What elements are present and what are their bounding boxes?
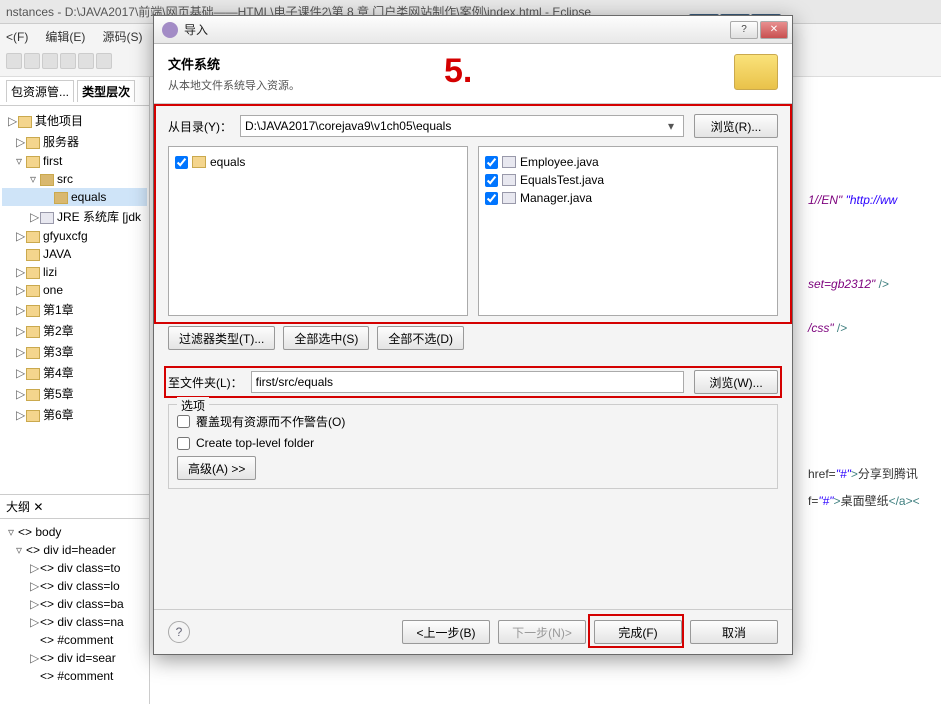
from-dir-combo[interactable]: D:\JAVA2017\corejava9\v1ch05\equals ▾ bbox=[240, 115, 684, 137]
filter-type-button[interactable]: 过滤器类型(T)... bbox=[168, 326, 275, 350]
dialog-title: 导入 bbox=[184, 21, 728, 38]
view-tabs[interactable]: 包资源管... 类型层次 bbox=[0, 77, 149, 106]
options-group: 覆盖现有资源而不作警告(O) Create top-level folder 高… bbox=[168, 404, 778, 489]
project-tree-item[interactable]: ▷服务器 bbox=[2, 131, 147, 152]
file-item[interactable]: Manager.java bbox=[485, 189, 771, 207]
outline-view[interactable]: 大纲 ✕ ▿<> body▿<> div id=header▷<> div cl… bbox=[0, 494, 149, 704]
back-button[interactable]: <上一步(B) bbox=[402, 620, 490, 644]
outline-item[interactable]: ▷<> div class=ba bbox=[2, 595, 147, 613]
file-item[interactable]: Employee.java bbox=[485, 153, 771, 171]
browse-w-button[interactable]: 浏览(W)... bbox=[694, 370, 778, 394]
toolbar-icon[interactable] bbox=[60, 53, 76, 69]
chevron-down-icon[interactable]: ▾ bbox=[663, 119, 679, 133]
java-file-icon bbox=[502, 156, 516, 168]
outline-item[interactable]: ▷<> div class=to bbox=[2, 559, 147, 577]
toolbar-icon[interactable] bbox=[78, 53, 94, 69]
from-dir-value: D:\JAVA2017\corejava9\v1ch05\equals bbox=[245, 119, 451, 133]
file-label: Manager.java bbox=[520, 191, 592, 205]
project-tree-item[interactable]: ▷one bbox=[2, 281, 147, 299]
project-tree-item[interactable]: ▿src bbox=[2, 170, 147, 188]
project-tree-item[interactable]: ▷第6章 bbox=[2, 404, 147, 425]
file-checkbox[interactable] bbox=[485, 156, 498, 169]
browse-r-button[interactable]: 浏览(R)... bbox=[694, 114, 778, 138]
overwrite-label: 覆盖现有资源而不作警告(O) bbox=[196, 413, 345, 430]
java-file-icon bbox=[502, 192, 516, 204]
project-tree[interactable]: ▷其他项目▷服务器▿first▿srcequals▷JRE 系统库 [jdk▷g… bbox=[0, 106, 149, 494]
menu-file[interactable]: <(F) bbox=[6, 30, 28, 44]
menu-edit[interactable]: 编辑(E) bbox=[45, 30, 85, 44]
java-file-icon bbox=[502, 174, 516, 186]
outline-item[interactable]: <> #comment bbox=[2, 667, 147, 685]
eclipse-left-panel: 包资源管... 类型层次 ▷其他项目▷服务器▿first▿srcequals▷J… bbox=[0, 77, 150, 704]
cancel-button[interactable]: 取消 bbox=[690, 620, 778, 644]
outline-item[interactable]: ▿<> body bbox=[2, 523, 147, 541]
project-tree-item[interactable]: ▷第1章 bbox=[2, 299, 147, 320]
project-tree-item[interactable]: ▷其他项目 bbox=[2, 110, 147, 131]
menu-source[interactable]: 源码(S) bbox=[102, 30, 142, 44]
project-tree-item[interactable]: ▷lizi bbox=[2, 263, 147, 281]
tab-package-explorer[interactable]: 包资源管... bbox=[6, 80, 74, 102]
select-all-button[interactable]: 全部选中(S) bbox=[283, 326, 369, 350]
advanced-button[interactable]: 高级(A) >> bbox=[177, 456, 256, 480]
project-tree-item[interactable]: ▷第3章 bbox=[2, 341, 147, 362]
next-button: 下一步(N)> bbox=[498, 620, 586, 644]
project-tree-item[interactable]: ▷第5章 bbox=[2, 383, 147, 404]
from-dir-label: 从目录(Y)： bbox=[168, 118, 232, 135]
import-dialog: 导入 ? ✕ 文件系统 从本地文件系统导入资源。 5. 从目录(Y)： D:\J… bbox=[153, 15, 793, 655]
dialog-title-bar[interactable]: 导入 ? ✕ bbox=[154, 16, 792, 44]
tree-item-label: equals bbox=[210, 155, 245, 169]
file-checkbox[interactable] bbox=[485, 192, 498, 205]
project-tree-item[interactable]: ▿first bbox=[2, 152, 147, 170]
toplevel-label: Create top-level folder bbox=[196, 436, 314, 450]
tree-item-equals[interactable]: equals bbox=[175, 153, 461, 171]
project-tree-item[interactable]: ▷第4章 bbox=[2, 362, 147, 383]
dialog-close-icon[interactable]: ✕ bbox=[760, 21, 788, 39]
toplevel-checkbox[interactable] bbox=[177, 437, 190, 450]
project-tree-item[interactable]: equals bbox=[2, 188, 147, 206]
dialog-icon bbox=[162, 22, 178, 38]
finish-button[interactable]: 完成(F) bbox=[594, 620, 682, 644]
dialog-help-icon[interactable]: ? bbox=[730, 21, 758, 39]
to-folder-input[interactable] bbox=[251, 371, 684, 393]
toolbar-icon[interactable] bbox=[42, 53, 58, 69]
header-title: 文件系统 bbox=[168, 54, 300, 73]
project-tree-item[interactable]: ▷JRE 系统库 [jdk bbox=[2, 206, 147, 227]
to-folder-label: 至文件夹(L)： bbox=[168, 374, 243, 391]
folder-icon bbox=[734, 54, 778, 90]
project-tree-item[interactable]: JAVA bbox=[2, 245, 147, 263]
tab-type-hierarchy[interactable]: 类型层次 bbox=[77, 80, 135, 102]
project-tree-item[interactable]: ▷gfyuxcfg bbox=[2, 227, 147, 245]
dialog-footer: ? <上一步(B) 下一步(N)> 完成(F) 取消 bbox=[154, 609, 792, 654]
toolbar-icon[interactable] bbox=[6, 53, 22, 69]
toolbar-icon[interactable] bbox=[96, 53, 112, 69]
annotation-5: 5. bbox=[444, 52, 472, 91]
outline-item[interactable]: ▷<> div class=na bbox=[2, 613, 147, 631]
outline-item[interactable]: <> #comment bbox=[2, 631, 147, 649]
outline-item[interactable]: ▷<> div class=lo bbox=[2, 577, 147, 595]
help-icon[interactable]: ? bbox=[168, 621, 190, 643]
source-tree-pane[interactable]: equals bbox=[168, 146, 468, 316]
header-subtitle: 从本地文件系统导入资源。 bbox=[168, 77, 300, 93]
project-tree-item[interactable]: ▷第2章 bbox=[2, 320, 147, 341]
file-list-pane[interactable]: Employee.java EqualsTest.java Manager.java bbox=[478, 146, 778, 316]
file-label: Employee.java bbox=[520, 155, 599, 169]
outline-item[interactable]: ▷<> div id=sear bbox=[2, 649, 147, 667]
overwrite-checkbox[interactable] bbox=[177, 415, 190, 428]
deselect-all-button[interactable]: 全部不选(D) bbox=[377, 326, 464, 350]
outline-item[interactable]: ▿<> div id=header bbox=[2, 541, 147, 559]
outline-title: 大纲 bbox=[6, 500, 30, 514]
tree-item-checkbox[interactable] bbox=[175, 156, 188, 169]
file-checkbox[interactable] bbox=[485, 174, 498, 187]
file-label: EqualsTest.java bbox=[520, 173, 604, 187]
dialog-header: 文件系统 从本地文件系统导入资源。 5. bbox=[154, 44, 792, 104]
folder-icon bbox=[192, 156, 206, 168]
toolbar-icon[interactable] bbox=[24, 53, 40, 69]
file-item[interactable]: EqualsTest.java bbox=[485, 171, 771, 189]
